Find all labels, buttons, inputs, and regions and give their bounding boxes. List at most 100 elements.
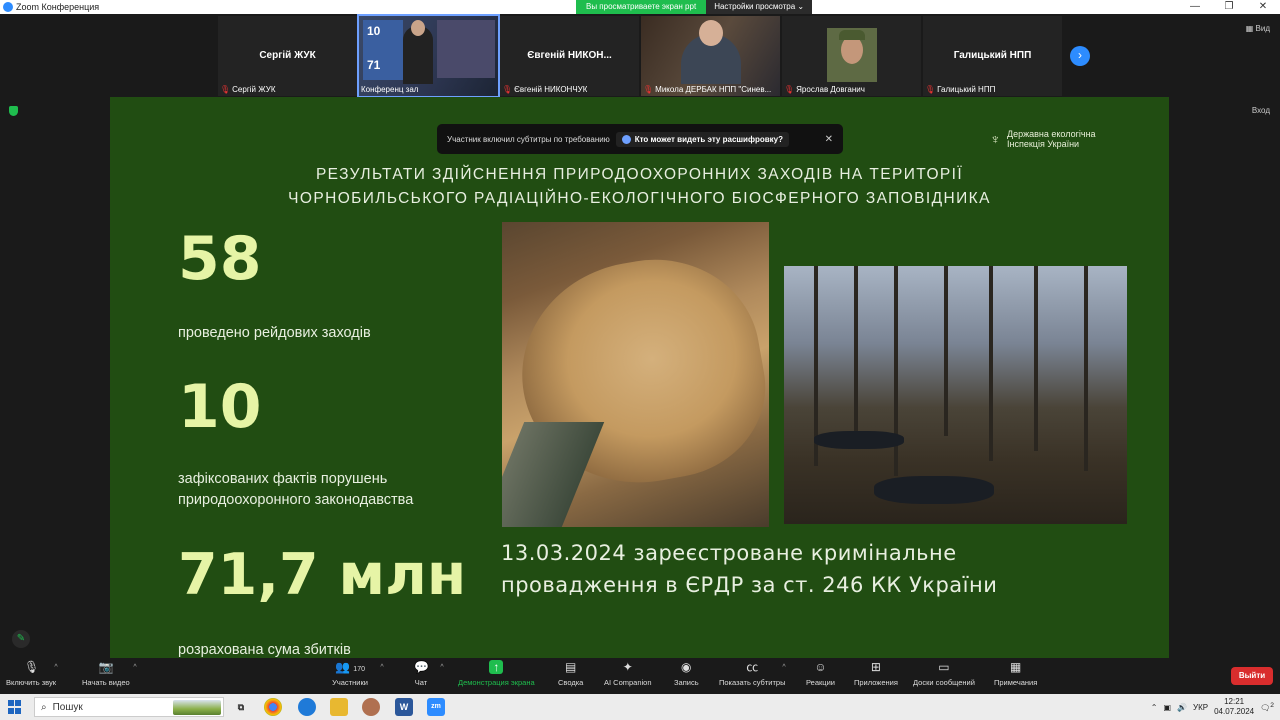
slide-headline: РЕЗУЛЬТАТИ ЗДІЙСНЕННЯ ПРИРОДООХОРОННИХ З…	[288, 166, 991, 207]
stat-label-damage: розрахована сума збитків	[178, 642, 351, 658]
participant-caption: 🎙 Микола ДЕРБАК НПП "Синев...	[643, 84, 772, 94]
search-placeholder: Пошук	[52, 701, 83, 713]
chrome-icon[interactable]	[264, 698, 282, 716]
participants-button[interactable]: 👥 170 Участники	[330, 660, 370, 687]
meeting-toolbar: 🎙 Включить звук ^ 📷 Начать видео ^ 👥 170 Уч…	[0, 658, 1280, 694]
windows-start-icon[interactable]	[8, 700, 22, 714]
people-icon	[621, 134, 631, 144]
ai-companion-button[interactable]: ✦ AI Companion	[604, 660, 652, 687]
tray-overflow-icon[interactable]: ⌃	[1151, 703, 1158, 712]
share-screen-button[interactable]: ↑ Демонстрация экрана	[458, 660, 535, 687]
muted-mic-icon: 🎙	[220, 84, 231, 94]
mic-muted-icon: 🎙	[24, 660, 40, 674]
shield-icon[interactable]	[9, 106, 18, 116]
tree-stump-photo	[502, 222, 769, 527]
trident-icon: ♆	[990, 131, 1001, 147]
chat-button[interactable]: 💬 Чат	[414, 660, 429, 687]
participant-tile-active[interactable]: 10 71 Конференц зал	[357, 14, 500, 98]
sparkle-icon: ✦	[622, 660, 633, 674]
participant-tile[interactable]: 🎙 Ярослав Довганич	[782, 16, 921, 96]
start-video-button[interactable]: 📷 Начать видео	[82, 660, 130, 687]
search-highlight-image	[173, 700, 221, 715]
view-settings-button[interactable]: Настройки просмотра ⌄	[706, 0, 813, 14]
zoom-meeting-window: Сергій ЖУК 🎙 Сергій ЖУК 10 71 Конференц за…	[0, 14, 1280, 694]
participant-name: Сергій ЖУК	[259, 50, 316, 61]
muted-mic-icon: 🎙	[925, 84, 936, 94]
share-banner: Вы просматриваете экран ppt Настройки пр…	[576, 0, 813, 14]
captions-notice-text: Участник включил субтитры по требованию	[447, 134, 610, 144]
search-icon: ⌕	[41, 701, 47, 713]
zoom-app-icon	[3, 2, 13, 12]
logged-forest-photo	[784, 266, 1127, 524]
language-indicator[interactable]: УКР	[1193, 703, 1208, 712]
smiley-icon: ☺	[814, 660, 827, 674]
record-button[interactable]: ◉ Запись	[674, 660, 699, 687]
notifications-icon[interactable]: 🗨2	[1260, 702, 1274, 713]
participant-tile[interactable]: Галицький НПП 🎙 Галицький НПП	[923, 16, 1062, 96]
participant-tile[interactable]: Євгеній НИКОН... 🎙 Євгеній НИКОНЧУК	[500, 16, 639, 96]
participant-tile[interactable]: 🎙 Микола ДЕРБАК НПП "Синев...	[641, 16, 780, 96]
taskbar-search[interactable]: ⌕ Пошук	[34, 697, 224, 717]
stat-value-damage: 71,7 млн	[178, 542, 467, 608]
caret-up-icon: ^	[133, 664, 137, 671]
participant-avatar	[827, 28, 877, 82]
camera-off-icon: 📷	[98, 660, 114, 674]
stat-label-violations: зафіксованих фактів порушень природоохор…	[178, 471, 414, 508]
presentation-screen-video: 10 71	[363, 20, 403, 80]
whiteboards-button[interactable]: ▭ Доски сообщений	[913, 660, 975, 687]
who-can-see-transcript-button[interactable]: Кто может видеть эту расшифровку?	[615, 131, 790, 147]
stat-value-raids: 58	[178, 224, 262, 294]
participant-video	[681, 20, 741, 84]
system-tray: ⌃ ▣ 🔊 УКР 12:21 04.07.2024 🗨2	[1151, 694, 1280, 720]
muted-mic-icon: 🎙	[643, 84, 654, 94]
window-title: Zoom Конференция	[16, 2, 100, 12]
summary-button[interactable]: ▤ Сводка	[558, 660, 583, 687]
participant-tile[interactable]: Сергій ЖУК 🎙 Сергій ЖУК	[218, 16, 357, 96]
windows-taskbar: ⌕ Пошук ⧉ W zm ⌃ ▣ 🔊 УКР 12:21 04.07.202…	[0, 694, 1280, 720]
criminal-case-text: 13.03.2024 зареєстроване кримінальне про…	[501, 541, 998, 597]
share-status: Вы просматриваете экран ppt	[576, 0, 707, 14]
word-icon[interactable]: W	[395, 698, 413, 716]
stat-label-raids: проведено рейдових заходів	[178, 325, 371, 341]
caret-up-icon: ^	[54, 664, 58, 671]
next-participants-chevron-icon[interactable]: ›	[1070, 46, 1090, 66]
minimize-button[interactable]: —	[1178, 0, 1212, 14]
task-view-icon[interactable]: ⧉	[232, 698, 250, 716]
summary-icon: ▤	[564, 660, 577, 674]
notes-icon: ▦	[1009, 660, 1022, 674]
org-logo: ♆ Державна екологічна Інспекція України	[990, 129, 1096, 149]
participant-caption: Конференц зал	[361, 84, 419, 94]
notes-button[interactable]: ▦ Примечания	[994, 660, 1037, 687]
unmute-button[interactable]: 🎙 Включить звук	[6, 660, 56, 687]
file-explorer-icon[interactable]	[330, 698, 348, 716]
zoom-taskbar-icon[interactable]: zm	[427, 698, 445, 716]
view-button[interactable]: ▦ Вид	[1246, 24, 1270, 33]
close-window-button[interactable]: ✕	[1246, 0, 1280, 14]
record-icon: ◉	[681, 660, 692, 674]
caret-up-icon: ^	[782, 664, 786, 671]
volume-icon[interactable]: 🔊	[1177, 703, 1187, 712]
participant-strip: Сергій ЖУК 🎙 Сергій ЖУК 10 71 Конференц за…	[218, 14, 1062, 98]
muted-mic-icon: 🎙	[502, 84, 513, 94]
clock[interactable]: 12:21 04.07.2024	[1214, 697, 1254, 717]
apps-icon: ⊞	[870, 660, 881, 674]
maximize-button[interactable]: ❐	[1212, 0, 1246, 14]
participant-caption: 🎙 Сергій ЖУК	[220, 84, 276, 94]
participant-name: Галицький НПП	[953, 50, 1032, 61]
close-icon[interactable]: ✕	[825, 134, 833, 145]
speaker-video	[403, 20, 433, 84]
participant-caption: 🎙 Галицький НПП	[925, 84, 996, 94]
apps-button[interactable]: ⊞ Приложения	[854, 660, 898, 687]
edge-icon[interactable]	[298, 698, 316, 716]
network-icon[interactable]: ▣	[1163, 703, 1171, 712]
reactions-button[interactable]: ☺ Реакции	[806, 660, 835, 687]
screen-video	[437, 20, 495, 78]
show-captions-button[interactable]: ㏄ Показать субтитры	[719, 660, 785, 687]
share-screen-icon: ↑	[489, 660, 504, 674]
leave-meeting-button[interactable]: Выйти	[1231, 667, 1273, 685]
muted-mic-icon: 🎙	[784, 84, 795, 94]
avatar-app-icon[interactable]	[362, 698, 380, 716]
stat-value-violations: 10	[178, 372, 262, 442]
annotate-pencil-icon[interactable]: ✎	[12, 630, 30, 648]
exit-fullscreen-button[interactable]: Вход	[1252, 106, 1270, 115]
